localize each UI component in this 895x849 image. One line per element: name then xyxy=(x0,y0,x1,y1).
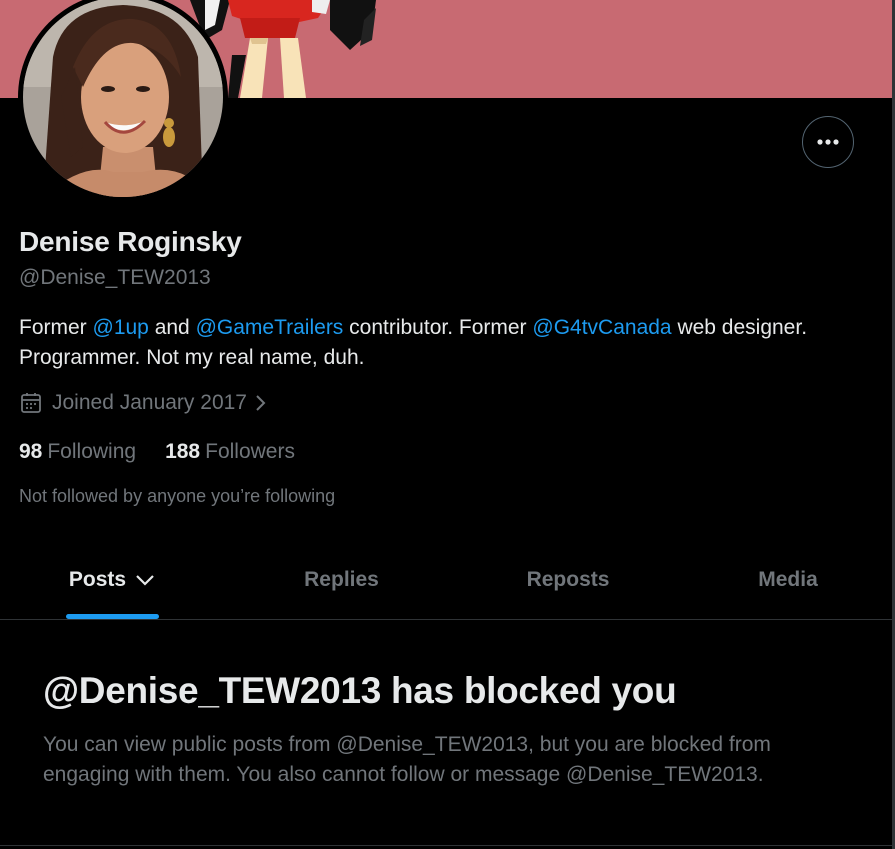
bio-text: Former xyxy=(19,316,93,339)
following-link[interactable]: 98 Following xyxy=(19,440,136,464)
chevron-right-icon xyxy=(253,393,267,413)
calendar-icon xyxy=(19,391,43,415)
active-tab-indicator xyxy=(66,614,159,619)
mutual-followers-text: Not followed by anyone you’re following xyxy=(19,486,336,506)
avatar-frame[interactable] xyxy=(18,0,228,202)
tab-media[interactable]: Media xyxy=(700,540,876,620)
tab-replies[interactable]: Replies xyxy=(250,540,433,620)
mention-link-gametrailers[interactable]: @GameTrailers xyxy=(196,316,344,339)
profile-handle: @Denise_TEW2013 xyxy=(19,266,211,289)
more-options-button[interactable] xyxy=(802,116,854,168)
joined-date-link[interactable]: Joined January 2017 xyxy=(19,391,267,415)
blocked-description: You can view public posts from @Denise_T… xyxy=(43,733,771,786)
following-count: 98 xyxy=(19,440,43,463)
blocked-title: @Denise_TEW2013 has blocked you xyxy=(43,670,677,711)
chevron-down-icon[interactable] xyxy=(134,573,156,587)
avatar-image xyxy=(23,0,223,197)
follow-stats: 98 Following 188 Followers xyxy=(19,440,324,464)
tab-label: Media xyxy=(758,568,818,591)
display-name: Denise Roginsky xyxy=(19,226,242,257)
more-horizontal-icon xyxy=(817,139,839,145)
followers-label: Followers xyxy=(205,440,295,463)
tab-label: Reposts xyxy=(526,568,610,591)
profile-tabs: Posts Replies Reposts Media xyxy=(0,540,892,620)
followers-link[interactable]: 188 Followers xyxy=(165,440,295,464)
following-label: Following xyxy=(47,440,137,463)
tab-label: Posts xyxy=(68,568,127,591)
bio-text: contributor. Former xyxy=(343,316,533,339)
mention-link-g4tvcanada[interactable]: @G4tvCanada xyxy=(532,316,671,339)
avatar[interactable] xyxy=(23,0,223,197)
profile-bio: Former @1up and @GameTrailers contributo… xyxy=(19,313,884,373)
mention-link-1up[interactable]: @1up xyxy=(93,316,149,339)
tab-label: Replies xyxy=(304,568,379,591)
tab-posts[interactable]: Posts xyxy=(44,540,181,620)
followers-count: 188 xyxy=(165,440,201,463)
tab-reposts[interactable]: Reposts xyxy=(470,540,666,620)
divider xyxy=(0,845,892,846)
joined-date-text: Joined January 2017 xyxy=(52,391,247,414)
bio-text: and xyxy=(148,316,196,339)
